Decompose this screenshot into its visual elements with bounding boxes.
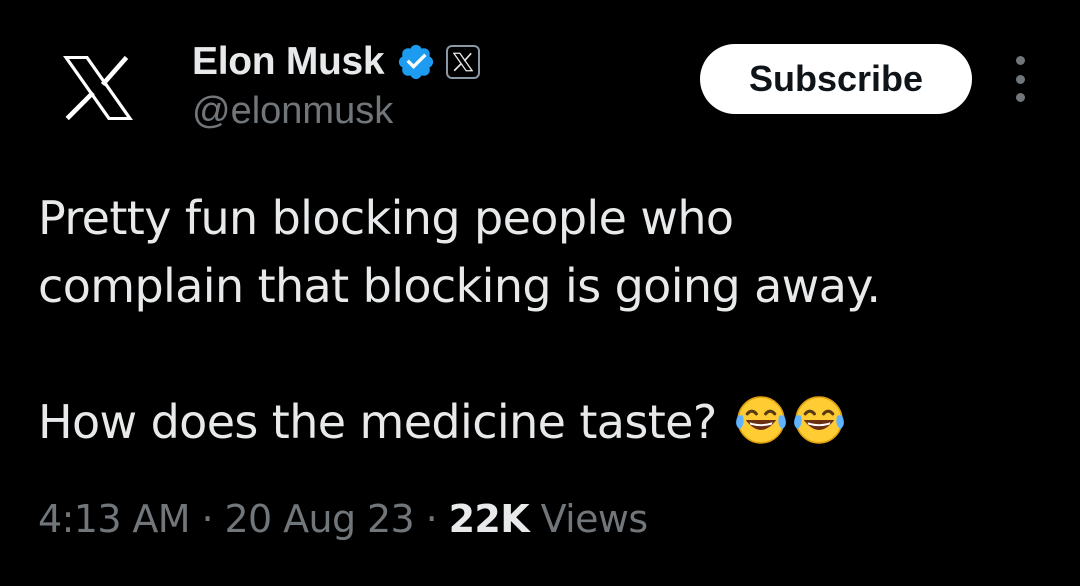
face-with-tears-of-joy-emoji	[793, 396, 844, 444]
tweet-line-3-text: How does the medicine taste?	[38, 395, 717, 449]
author-name[interactable]: Elon Musk	[192, 40, 385, 84]
tweet-metadata: 4:13 AM · 20 Aug 23 · 22K Views	[38, 497, 648, 541]
tweet-line: complain that blocking is going away.	[38, 259, 881, 313]
more-options-button[interactable]	[1004, 56, 1036, 102]
verified-badge-icon[interactable]	[396, 42, 436, 82]
tweet-time[interactable]: 4:13 AM	[38, 497, 191, 541]
x-affiliate-badge-icon[interactable]	[446, 45, 481, 79]
separator: ·	[201, 497, 213, 541]
face-with-tears-of-joy-emoji	[735, 396, 786, 444]
author-name-row: Elon Musk	[192, 38, 481, 86]
tweet-date[interactable]: 20 Aug 23	[224, 497, 414, 541]
tweet-card: Elon Musk @elonmusk Subscribe Pretty fun…	[0, 0, 1080, 586]
x-logo-icon	[63, 56, 133, 120]
tweet-text: Pretty fun blocking people who complain …	[38, 184, 1048, 456]
separator: ·	[425, 497, 438, 541]
subscribe-button[interactable]: Subscribe	[700, 44, 972, 114]
tweet-line: How does the medicine taste?	[38, 388, 1048, 456]
tweet-line: Pretty fun blocking people who	[38, 191, 734, 245]
author-handle[interactable]: @elonmusk	[192, 90, 393, 133]
avatar[interactable]	[60, 56, 136, 120]
views-label: Views	[540, 497, 649, 541]
views-count: 22K	[448, 497, 530, 541]
more-vertical-icon	[1015, 56, 1025, 65]
